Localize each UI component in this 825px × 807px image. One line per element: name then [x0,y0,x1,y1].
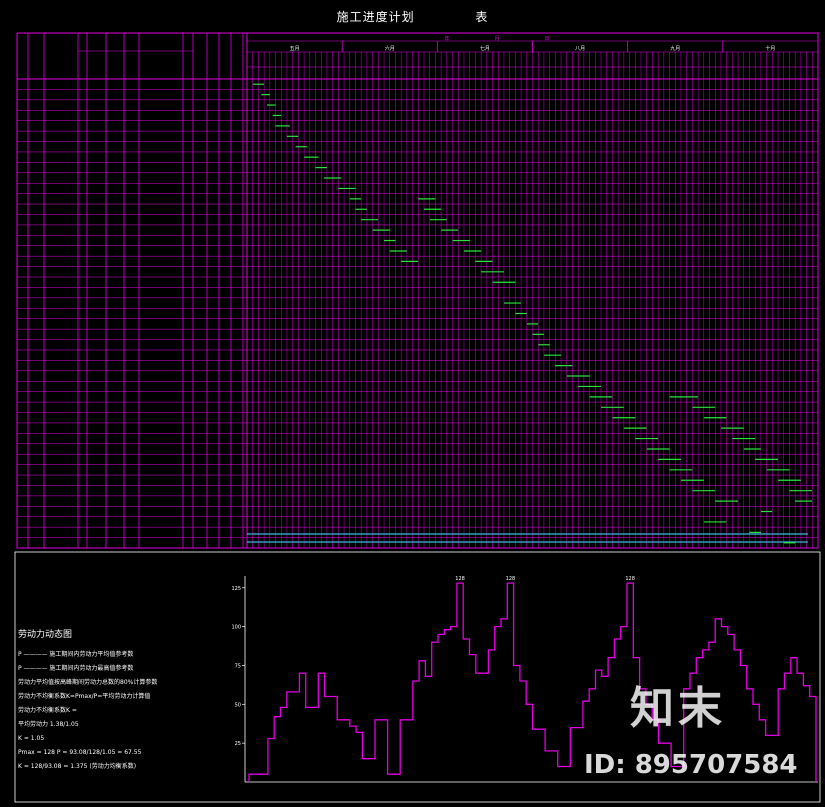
legend-block: 劳动力动态图 P ———— 施工期间内劳动力平均值参考数 P ———— 施工期间… [18,628,228,774]
legend-line: 劳动力平均值按高峰期间劳动力总数的80%计算参数 [18,679,158,686]
legend-heading: 劳动力动态图 [18,630,73,640]
legend-line: K = 1.05 [18,735,45,742]
watermark-id: ID: 895707584 [584,750,798,780]
legend-line: K = 128/93.08 = 1.375 (劳动力均衡系数) [18,763,137,770]
y-tick-label: 25 [235,741,241,747]
legend-line: 平均劳动力 1.38/1.05 [18,721,79,728]
y-tick-label: 100 [231,625,241,631]
legend-line: P ———— 施工期间内劳动力最高值参考数 [18,665,134,672]
y-tick-label: 50 [235,702,241,708]
watermark-logo: 知末 [630,683,726,734]
y-tick-label: 125 [231,586,241,592]
legend-line: 劳动力不均衡系数K=Pmax/P=平均劳动力计算值 [18,693,151,700]
y-tick-label: 75 [235,663,241,669]
peak-label: 128 [625,576,635,582]
peak-label: 128 [506,576,516,582]
legend-line: P ———— 施工期间内劳动力平均值参考数 [18,651,134,658]
legend-line: 劳动力不均衡系数K = [18,707,77,714]
peak-label: 128 [455,576,465,582]
legend-line: Pmax = 128 P = 93.08/128/1.05 = 67.55 [18,749,142,756]
